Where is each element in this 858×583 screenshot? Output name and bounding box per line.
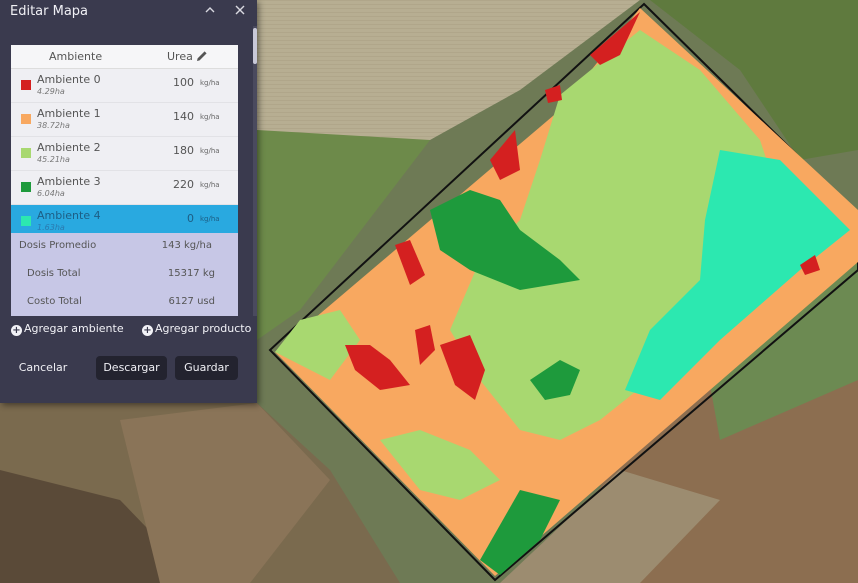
dosis-total-label: Dosis Total xyxy=(27,268,81,279)
chevron-up-icon[interactable] xyxy=(201,3,219,21)
ambiente-name: Ambiente 1 xyxy=(37,107,101,120)
add-producto-button[interactable]: + Agregar producto xyxy=(142,322,251,336)
ambiente-area: 6.04ha xyxy=(37,189,65,198)
ambiente-unit: kg/ha xyxy=(200,113,220,121)
download-button[interactable]: Descargar xyxy=(96,356,167,380)
close-icon[interactable] xyxy=(231,3,249,21)
color-swatch xyxy=(21,216,31,226)
ambiente-dose[interactable]: 220 xyxy=(173,178,194,191)
cancel-button[interactable]: Cancelar xyxy=(13,356,73,380)
ambiente-dose[interactable]: 180 xyxy=(173,144,194,157)
plus-circle-icon: + xyxy=(142,325,153,336)
ambientes-table: Ambiente Urea Ambiente 0 4.29ha 100 kg/h… xyxy=(11,45,238,239)
ambiente-unit: kg/ha xyxy=(200,181,220,189)
edit-map-panel: Editar Mapa Ambiente Urea Ambiente 0 4.2… xyxy=(0,0,257,403)
save-button[interactable]: Guardar xyxy=(175,356,238,380)
dosis-promedio-value: 143 kg/ha xyxy=(161,240,212,251)
pencil-icon[interactable] xyxy=(195,48,209,62)
ambiente-dose[interactable]: 0 xyxy=(187,212,194,225)
costo-total-value: 6127 usd xyxy=(168,296,215,307)
color-swatch xyxy=(21,80,31,90)
color-swatch xyxy=(21,148,31,158)
table-row[interactable]: Ambiente 1 38.72ha 140 kg/ha xyxy=(11,103,238,137)
add-producto-label: Agregar producto xyxy=(155,322,252,335)
col-urea-header: Urea xyxy=(167,50,193,63)
panel-header: Editar Mapa xyxy=(0,0,257,26)
table-row[interactable]: Ambiente 0 4.29ha 100 kg/ha xyxy=(11,69,238,103)
dosis-promedio-label: Dosis Promedio xyxy=(19,240,97,251)
ambiente-name: Ambiente 0 xyxy=(37,73,101,86)
ambiente-name: Ambiente 3 xyxy=(37,175,101,188)
ambiente-name: Ambiente 2 xyxy=(37,141,101,154)
table-header: Ambiente Urea xyxy=(11,45,238,69)
dosis-total-value: 15317 kg xyxy=(167,268,215,279)
ambiente-dose[interactable]: 100 xyxy=(173,76,194,89)
col-ambiente-header: Ambiente xyxy=(49,50,103,63)
add-ambiente-button[interactable]: + Agregar ambiente xyxy=(11,322,124,336)
color-swatch xyxy=(21,182,31,192)
plus-circle-icon: + xyxy=(11,325,22,336)
table-row[interactable]: Ambiente 3 6.04ha 220 kg/ha xyxy=(11,171,238,205)
add-ambiente-label: Agregar ambiente xyxy=(24,322,124,335)
scrollbar-track[interactable] xyxy=(253,26,257,316)
color-swatch xyxy=(21,114,31,124)
ambiente-name: Ambiente 4 xyxy=(37,209,101,222)
ambiente-unit: kg/ha xyxy=(200,79,220,87)
summary-box: Dosis Promedio 143 kg/ha Dosis Total 153… xyxy=(11,233,238,316)
costo-total-label: Costo Total xyxy=(27,296,82,307)
ambiente-area: 4.29ha xyxy=(37,87,65,96)
panel-title: Editar Mapa xyxy=(10,4,89,19)
ambiente-unit: kg/ha xyxy=(200,215,220,223)
scrollbar-thumb[interactable] xyxy=(253,28,257,64)
ambiente-area: 38.72ha xyxy=(37,121,70,130)
table-row[interactable]: Ambiente 2 45.21ha 180 kg/ha xyxy=(11,137,238,171)
ambiente-unit: kg/ha xyxy=(200,147,220,155)
ambiente-dose[interactable]: 140 xyxy=(173,110,194,123)
ambiente-area: 45.21ha xyxy=(37,155,70,164)
ambiente-area: 1.63ha xyxy=(37,223,65,232)
